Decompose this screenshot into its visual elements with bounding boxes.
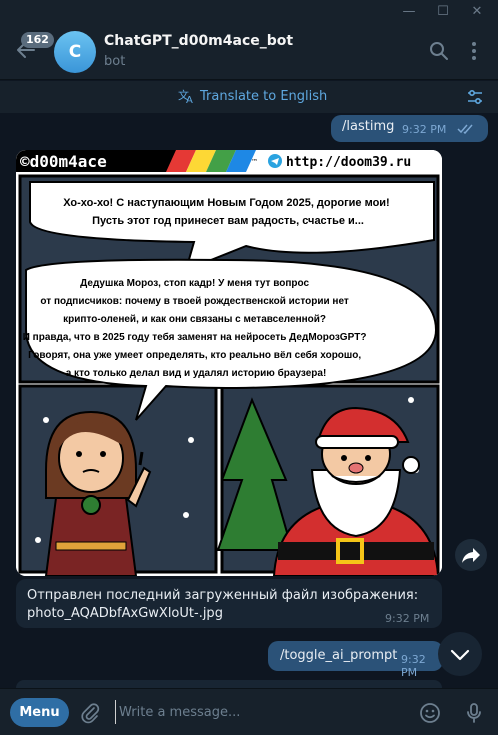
message-input[interactable] — [115, 700, 405, 724]
read-checkmarks-icon — [457, 124, 473, 134]
comic-image[interactable]: ©d00m4ace ™ http://doom39.ru Хо-хо-хо! С… — [16, 150, 442, 576]
comic-bubble2-line5: Говорят, она уже умеет определять, кто р… — [28, 349, 361, 361]
translate-button[interactable]: 文A Translate to English — [178, 88, 327, 104]
unread-badge: 162 — [21, 32, 54, 48]
comic-bubble2-line6: а кто только делал вид и удалял историю … — [66, 367, 327, 379]
message-outgoing[interactable]: /toggle_ai_prompt 9:32 PM — [268, 641, 443, 679]
comic-bubble2-line4: И правда, что в 2025 году тебя заменят н… — [23, 331, 367, 343]
close-window-button[interactable]: ✕ — [460, 0, 494, 24]
search-button[interactable] — [428, 40, 450, 62]
translate-icon: 文A — [178, 88, 193, 104]
comic-illustration: ©d00m4ace ™ http://doom39.ru Хо-хо-хо! С… — [16, 150, 442, 576]
microphone-icon — [467, 703, 481, 723]
comic-bubble2-line3: крипто-оленей, и как они связаны с метав… — [63, 314, 326, 325]
comic-bubble1-line2: Пусть этот год принесет вам радость, сча… — [92, 215, 364, 227]
search-icon — [430, 42, 448, 60]
emoji-button[interactable] — [418, 701, 442, 725]
message-text-line2: photo_AQADbfAxGwXloUt-.jpg — [27, 606, 223, 621]
forward-button[interactable] — [455, 539, 487, 571]
comic-url: http://doom39.ru — [286, 155, 411, 170]
more-button[interactable] — [463, 40, 485, 62]
window-title-bar: — ☐ ✕ — [0, 0, 498, 24]
filter-icon — [468, 89, 482, 105]
message-text-line1: Отправлен последний загруженный файл изо… — [27, 588, 419, 603]
message-outgoing[interactable]: /lastimg 9:32 PM — [331, 115, 488, 142]
comic-bubble2-line2: от подписчиков: почему в твоей рождестве… — [40, 296, 348, 307]
message-text: /toggle_ai_prompt — [280, 648, 398, 663]
chat-status: bot — [104, 54, 126, 69]
translate-bar: 文A Translate to English — [0, 81, 498, 113]
scroll-to-bottom-button[interactable] — [438, 632, 482, 676]
avatar[interactable]: C — [54, 31, 96, 73]
chat-title[interactable]: ChatGPT_d00m4ace_bot — [104, 33, 293, 49]
chat-header: 162 C ChatGPT_d00m4ace_bot bot — [0, 24, 498, 80]
translate-label: Translate to English — [200, 88, 328, 104]
comic-logo: ©d00m4ace — [20, 152, 107, 171]
comic-bubble1-line1: Хо-хо-хо! С наступающим Новым Годом 2025… — [63, 197, 390, 209]
message-time: 9:32 PM — [401, 653, 426, 679]
forward-icon — [462, 548, 480, 563]
comic-tm: ™ — [251, 158, 258, 166]
svg-text:A: A — [186, 95, 193, 104]
attach-icon — [81, 703, 100, 724]
message-incoming[interactable]: Отправлен последний загруженный файл изо… — [16, 579, 442, 628]
message-time: 9:32 PM — [385, 612, 430, 625]
message-composer: Menu — [0, 688, 498, 735]
translate-settings-button[interactable] — [466, 88, 484, 106]
maximize-button[interactable]: ☐ — [426, 0, 460, 24]
emoji-icon — [420, 703, 440, 723]
message-incoming-partial — [16, 680, 442, 688]
message-time: 9:32 PM — [402, 123, 447, 136]
microphone-button[interactable] — [462, 701, 486, 725]
comic-bubble2-line1: Дедушка Мороз, стоп кадр! У меня тут воп… — [80, 278, 309, 289]
attach-button[interactable] — [79, 702, 101, 724]
minimize-button[interactable]: — — [392, 0, 426, 24]
bot-menu-button[interactable]: Menu — [10, 698, 69, 727]
more-vertical-icon — [472, 42, 476, 60]
chevron-down-icon — [450, 649, 470, 661]
message-text: /lastimg — [342, 119, 395, 134]
